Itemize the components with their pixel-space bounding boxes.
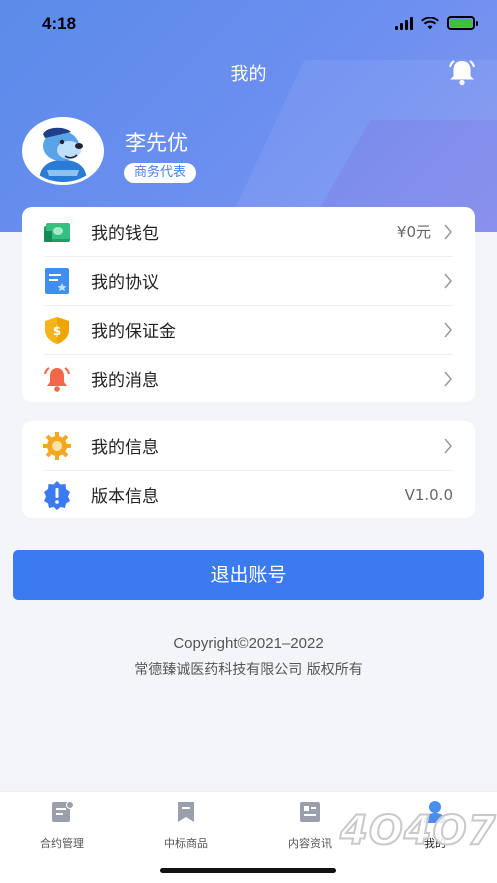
menu-item-wallet[interactable]: 我的钱包 ¥0元 [22, 207, 475, 256]
tab-contracts[interactable]: 合约管理 [12, 800, 112, 851]
contract-icon [52, 801, 74, 822]
wallet-balance: ¥0元 [396, 223, 431, 241]
tab-label: 合约管理 [40, 837, 84, 850]
bell-icon [44, 367, 70, 392]
copyright-text: Copyright©2021–2022 [173, 635, 324, 652]
chevron-right-icon [444, 273, 452, 289]
wallet-icon [44, 223, 70, 242]
watermark-logo: 4O4O7 [339, 807, 497, 855]
avatar-illustration [25, 120, 101, 182]
battery-icon [447, 16, 478, 30]
menu-item-label: 我的钱包 [91, 224, 159, 244]
version-number: V1.0.0 [404, 485, 453, 504]
wifi-icon [421, 16, 439, 29]
status-time: 4:18 [42, 14, 77, 33]
menu-item-label: 我的协议 [91, 273, 159, 293]
status-bar: 4:18 [0, 0, 497, 48]
gear-icon [43, 432, 71, 460]
company-text: 常德臻诚医药科技有限公司 版权所有 [134, 662, 363, 678]
menu-item-agreement[interactable]: 我的协议 [22, 256, 475, 305]
menu-card-account: 我的钱包 ¥0元 我的协议 $ 我的保证金 我的消息 [22, 207, 475, 402]
chevron-right-icon [444, 371, 452, 387]
menu-item-my-info[interactable]: 我的信息 [22, 421, 475, 470]
menu-card-info: 我的信息 版本信息 V1.0.0 [22, 421, 475, 518]
svg-text:$: $ [53, 324, 61, 338]
tab-label: 中标商品 [164, 837, 208, 850]
menu-item-label: 版本信息 [91, 487, 159, 507]
chevron-right-icon [444, 322, 452, 338]
avatar[interactable] [22, 117, 104, 185]
info-badge-icon [44, 481, 70, 510]
page-title: 我的 [230, 64, 267, 85]
news-icon [300, 802, 320, 822]
tab-winning-products[interactable]: 中标商品 [136, 800, 236, 851]
menu-item-deposit[interactable]: $ 我的保证金 [22, 305, 475, 354]
bookmark-icon [178, 802, 194, 822]
signal-icon [395, 16, 413, 30]
menu-item-label: 我的信息 [91, 438, 159, 458]
agreement-icon [45, 268, 69, 294]
logout-button[interactable]: 退出账号 [13, 550, 484, 600]
user-name: 李先优 [125, 131, 188, 155]
menu-item-version[interactable]: 版本信息 V1.0.0 [22, 470, 475, 519]
role-badge: 商务代表 [124, 163, 197, 183]
chevron-right-icon [444, 224, 452, 240]
menu-item-label: 我的保证金 [91, 322, 176, 342]
chevron-right-icon [444, 438, 452, 454]
deposit-shield-icon: $ [45, 317, 69, 344]
menu-item-messages[interactable]: 我的消息 [22, 354, 475, 403]
notification-bell-icon[interactable] [446, 58, 478, 86]
menu-item-label: 我的消息 [91, 371, 159, 391]
home-indicator [160, 868, 336, 873]
